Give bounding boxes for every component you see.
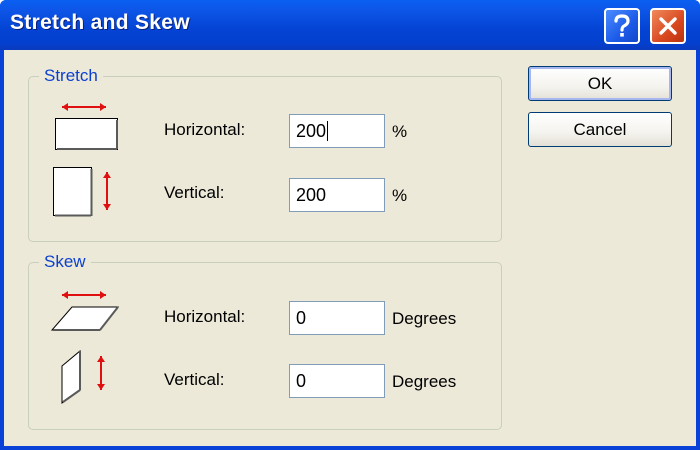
stretch-vertical-input[interactable]: 200 bbox=[289, 178, 385, 212]
close-x-icon bbox=[659, 17, 677, 35]
stretch-horizontal-unit: % bbox=[392, 122, 408, 141]
close-button[interactable] bbox=[650, 8, 686, 44]
window-title: Stretch and Skew bbox=[10, 11, 190, 34]
skew-horizontal-input[interactable]: 0 bbox=[289, 301, 385, 335]
text-caret bbox=[327, 120, 329, 141]
stretch-vertical-icon bbox=[53, 167, 111, 217]
skew-group-label: Skew bbox=[39, 252, 91, 272]
skew-vertical-unit: Degrees bbox=[392, 372, 457, 391]
skew-vertical-label: Vertical: bbox=[164, 370, 225, 389]
stretch-horizontal-value: 200 bbox=[296, 121, 327, 141]
dialog-body: Stretch Horizontal: 200 % Vertical: 200 … bbox=[4, 50, 696, 446]
skew-vertical-value: 0 bbox=[296, 371, 307, 391]
stretch-vertical-label: Vertical: bbox=[164, 183, 225, 202]
stretch-horizontal-icon bbox=[55, 103, 118, 150]
stretch-vertical-value: 200 bbox=[296, 185, 327, 205]
stretch-horizontal-label: Horizontal: bbox=[164, 120, 246, 139]
skew-vertical-input[interactable]: 0 bbox=[289, 364, 385, 398]
stretch-vertical-unit: % bbox=[392, 186, 408, 205]
title-bar[interactable]: Stretch and Skew bbox=[0, 0, 700, 50]
stretch-horizontal-input[interactable]: 200 bbox=[289, 114, 385, 148]
ok-button[interactable]: OK bbox=[528, 66, 672, 101]
question-mark-icon bbox=[614, 14, 630, 37]
skew-horizontal-icon bbox=[50, 291, 120, 331]
stretch-group-label: Stretch bbox=[39, 66, 103, 86]
cancel-button[interactable]: Cancel bbox=[528, 112, 672, 147]
skew-vertical-icon bbox=[61, 349, 105, 404]
help-button[interactable] bbox=[604, 8, 640, 44]
skew-horizontal-label: Horizontal: bbox=[164, 307, 246, 326]
skew-horizontal-value: 0 bbox=[296, 308, 307, 328]
dialog-window: Stretch and Skew Stretch Horizontal: 200… bbox=[0, 0, 700, 450]
skew-horizontal-unit: Degrees bbox=[392, 309, 457, 328]
